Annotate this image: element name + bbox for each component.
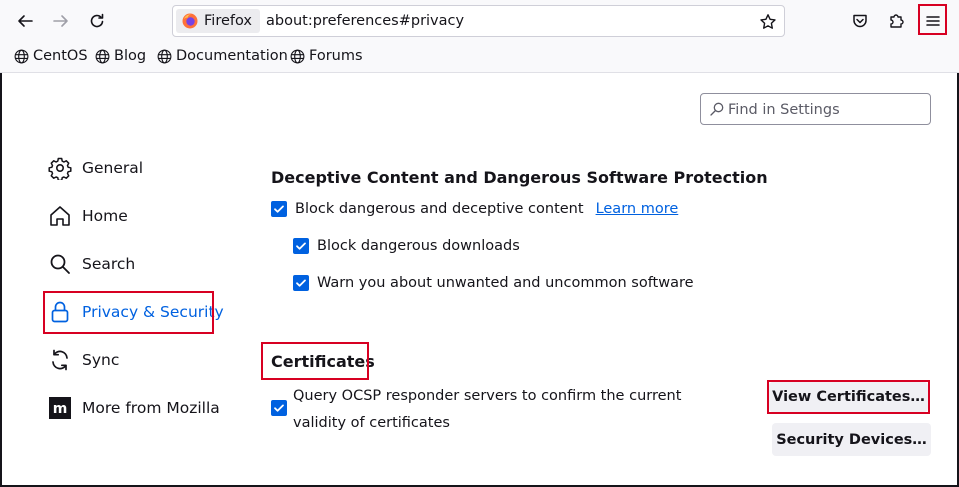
category-sync[interactable]: Sync	[48, 344, 119, 376]
bookmark-documentation[interactable]: Documentation	[157, 48, 288, 64]
settings-search-box[interactable]	[700, 93, 931, 125]
category-more-from-mozilla[interactable]: m More from Mozilla	[48, 392, 220, 424]
bookmarks-toolbar: CentOS Blog Documentation Forums	[0, 42, 959, 73]
navigation-toolbar: Firefox about:preferences#privacy	[0, 0, 959, 42]
menu-button-highlight	[918, 4, 947, 35]
category-label: Search	[82, 255, 136, 273]
certificates-heading-highlight	[261, 342, 369, 380]
reload-icon	[90, 13, 104, 28]
bookmark-star-button[interactable]	[758, 12, 778, 32]
star-icon	[760, 14, 776, 29]
bookmark-label: CentOS	[33, 48, 88, 64]
identity-label: Firefox	[204, 13, 252, 29]
warn-unwanted-software-row: Warn you about unwanted and uncommon sof…	[293, 275, 694, 291]
ocsp-label[interactable]: Query OCSP responder servers to confirm …	[293, 383, 733, 437]
globe-icon	[290, 49, 305, 63]
category-label: More from Mozilla	[82, 399, 220, 417]
bookmark-blog[interactable]: Blog	[95, 48, 146, 64]
url-bar[interactable]: Firefox about:preferences#privacy	[172, 5, 785, 37]
svg-text:m: m	[53, 401, 68, 417]
block-dangerous-content-row: Block dangerous and deceptive content Le…	[271, 201, 678, 217]
arrow-right-icon	[53, 15, 68, 27]
bookmark-label: Blog	[114, 48, 147, 64]
check-icon	[296, 242, 306, 250]
mozilla-icon: m	[49, 397, 71, 419]
identity-box[interactable]: Firefox	[176, 9, 260, 33]
extensions-button[interactable]	[882, 6, 912, 36]
category-general[interactable]: General	[48, 152, 143, 184]
firefox-logo-icon	[182, 13, 198, 29]
block-dangerous-content-label[interactable]: Block dangerous and deceptive content	[295, 201, 584, 217]
learn-more-link[interactable]: Learn more	[596, 201, 679, 217]
category-label: Home	[82, 207, 128, 225]
view-certificates-highlight	[767, 380, 930, 414]
category-home[interactable]: Home	[48, 200, 128, 232]
gear-icon	[48, 157, 72, 180]
url-text[interactable]: about:preferences#privacy	[266, 13, 464, 29]
pocket-button[interactable]	[845, 6, 875, 36]
globe-icon	[14, 49, 29, 63]
bookmark-centos[interactable]: CentOS	[14, 48, 88, 64]
puzzle-icon	[890, 14, 904, 28]
check-icon	[274, 404, 284, 412]
search-icon	[710, 102, 724, 116]
block-dangerous-downloads-label[interactable]: Block dangerous downloads	[317, 238, 520, 254]
warn-unwanted-software-checkbox[interactable]	[293, 275, 309, 291]
check-icon	[296, 279, 306, 287]
block-dangerous-downloads-row: Block dangerous downloads	[293, 238, 520, 254]
warn-unwanted-software-label[interactable]: Warn you about unwanted and uncommon sof…	[317, 275, 694, 291]
block-dangerous-downloads-checkbox[interactable]	[293, 238, 309, 254]
deceptive-content-heading: Deceptive Content and Dangerous Software…	[271, 168, 768, 187]
forward-button[interactable]	[46, 6, 76, 36]
pocket-icon	[853, 14, 867, 28]
reload-button[interactable]	[82, 6, 112, 36]
globe-icon	[95, 49, 110, 63]
ocsp-checkbox[interactable]	[271, 400, 287, 416]
security-devices-button[interactable]: Security Devices…	[772, 423, 931, 456]
search-icon	[50, 254, 70, 274]
globe-icon	[157, 49, 172, 63]
bookmark-label: Forums	[309, 48, 363, 64]
category-search[interactable]: Search	[48, 248, 135, 280]
block-dangerous-content-checkbox[interactable]	[271, 201, 287, 217]
preferences-content: General Home Search Privacy & Security S…	[0, 73, 959, 487]
arrow-left-icon	[18, 15, 33, 27]
privacy-category-highlight	[43, 291, 214, 334]
home-icon	[50, 206, 70, 226]
check-icon	[274, 205, 284, 213]
bookmark-label: Documentation	[176, 48, 288, 64]
sync-icon	[52, 349, 68, 371]
settings-search-input[interactable]	[728, 100, 923, 120]
bookmark-forums[interactable]: Forums	[290, 48, 363, 64]
back-button[interactable]	[10, 6, 40, 36]
category-label: General	[82, 159, 144, 177]
category-label: Sync	[82, 351, 120, 369]
